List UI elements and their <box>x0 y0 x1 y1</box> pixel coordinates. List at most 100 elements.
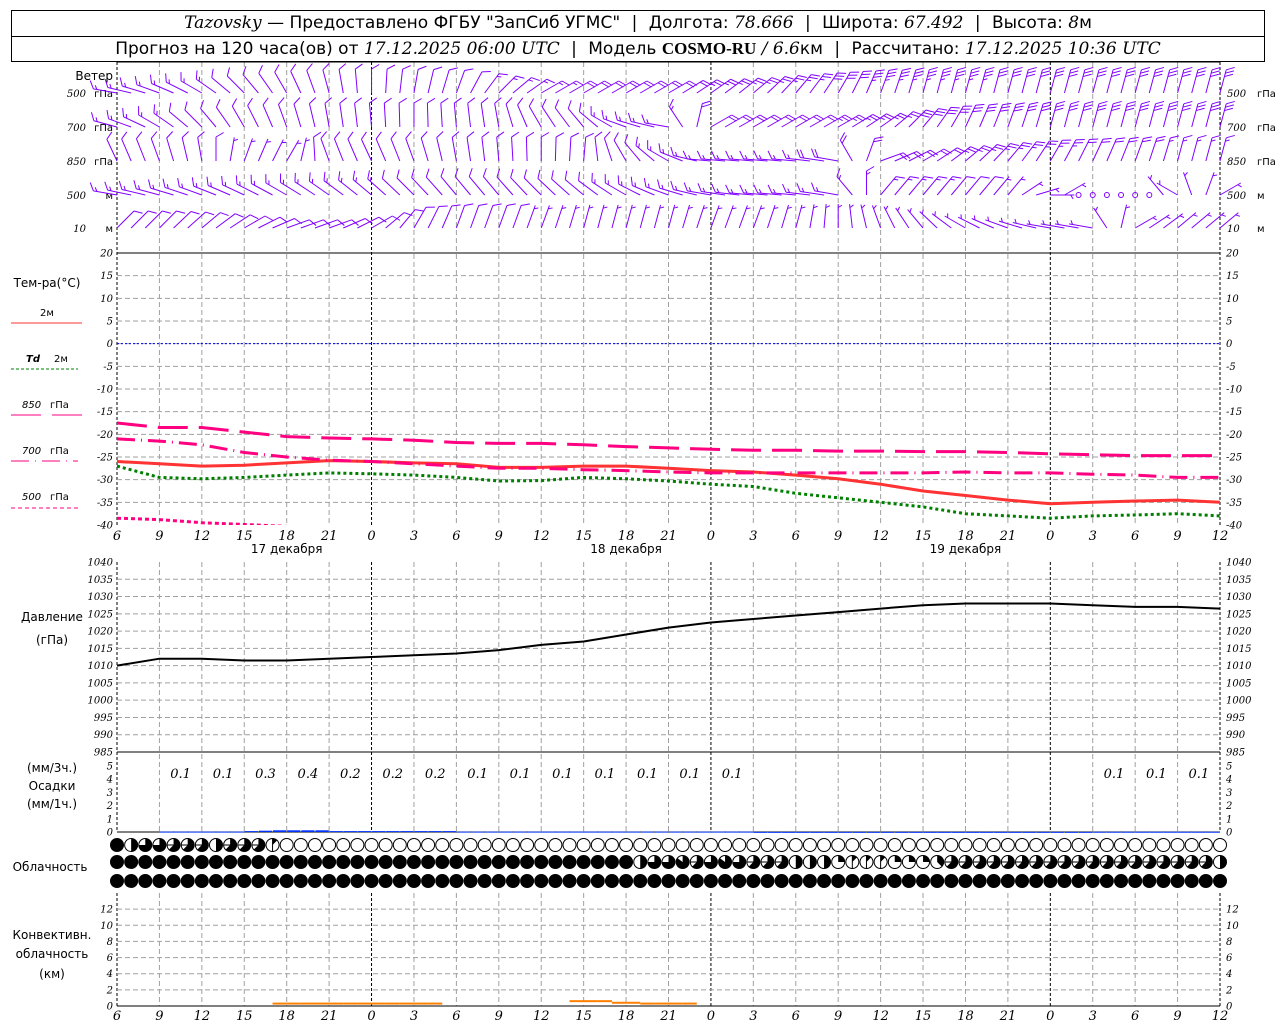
time-tick-label: 12 <box>1212 529 1229 544</box>
barb-full <box>861 73 871 76</box>
cloud-symbol-0-oktas <box>1128 838 1143 852</box>
precip-bar <box>852 831 866 833</box>
barb-full <box>526 131 535 138</box>
barb-full <box>753 150 759 160</box>
wind-barb <box>505 97 514 128</box>
alt-value: 8 <box>1068 13 1080 33</box>
barb-staff <box>196 78 217 94</box>
cloud-symbol-4-oktas <box>208 838 223 852</box>
cloud-circle <box>1071 874 1086 888</box>
precip-bar <box>1036 831 1050 833</box>
barb-staff <box>687 190 712 196</box>
wind-barb <box>1177 100 1193 128</box>
cloud-symbol-0-oktas <box>576 838 591 852</box>
barb-staff <box>229 137 235 162</box>
wind-barb <box>894 176 920 196</box>
barb-full <box>873 75 883 78</box>
wind-barb <box>390 131 401 162</box>
cloud-symbol-4-oktas <box>1213 855 1227 869</box>
cloud-circle <box>322 838 337 852</box>
barb-full <box>808 76 818 80</box>
cloud-circle <box>223 874 238 888</box>
barb-full <box>1155 66 1165 71</box>
barb-full <box>440 97 449 104</box>
time-tick-label-bottom: 0 <box>367 1009 375 1024</box>
wind-barb <box>613 132 627 162</box>
wind-barb <box>525 131 535 162</box>
precip-bar <box>1149 831 1163 833</box>
cloud-circle <box>477 874 492 888</box>
barb-staff <box>511 137 514 162</box>
barb-staff <box>880 176 897 196</box>
barb-staff <box>517 104 528 128</box>
pressure-tick-left: 1010 <box>88 661 114 672</box>
pressure-tick-left: 990 <box>94 730 114 741</box>
barb-full <box>1007 145 1017 149</box>
pressure-tick-left: 1015 <box>88 644 113 655</box>
barb-staff <box>647 148 669 162</box>
barb-staff <box>639 204 647 229</box>
wind-barb <box>138 106 160 128</box>
wind-barb <box>554 99 570 128</box>
barb-full <box>339 97 348 104</box>
barb-full <box>104 181 109 191</box>
cloud-circle <box>194 855 209 869</box>
barb-staff <box>399 209 416 229</box>
barb-staff <box>441 69 450 94</box>
cloud-symbol-8-oktas <box>1057 874 1072 888</box>
barb-staff <box>1219 137 1227 162</box>
cloud-circle <box>237 874 252 888</box>
cloud-symbol-6-oktas <box>647 855 662 869</box>
precip-bar <box>159 831 174 833</box>
cloud-circle <box>392 838 407 852</box>
barb-half <box>1193 214 1198 217</box>
wind-barb <box>398 97 407 128</box>
cloud-circle <box>392 874 407 888</box>
cloud-symbol-8-oktas <box>237 855 252 869</box>
cloud-symbol-8-oktas <box>208 874 223 888</box>
wind-barb <box>1205 100 1221 128</box>
barb-staff <box>1120 103 1128 128</box>
barb-full <box>177 177 180 187</box>
barb-half <box>670 105 674 111</box>
barb-full <box>235 213 244 218</box>
wind-barb <box>498 75 525 94</box>
barb-staff <box>200 108 217 128</box>
cloud-symbol-0-oktas <box>802 838 817 852</box>
cloud-circle <box>322 855 337 869</box>
cloud-circle <box>180 855 195 869</box>
cloud-circle <box>887 874 902 888</box>
barb-full <box>200 100 204 109</box>
barb-full <box>984 70 994 74</box>
convective-tick-left: 12 <box>100 905 113 916</box>
legend-700: 700 <box>22 446 41 457</box>
barb-full <box>1013 108 1023 112</box>
legend-850: 850 <box>22 400 41 411</box>
barb-staff <box>613 139 627 162</box>
barb-full <box>427 97 436 104</box>
cloud-circle <box>1099 874 1114 888</box>
barb-full <box>863 70 872 73</box>
wind-barb <box>653 204 665 229</box>
barb-full <box>1168 104 1178 108</box>
barb-full <box>669 98 674 108</box>
cloud-symbol-8-oktas <box>110 838 124 852</box>
wind-barb <box>936 176 962 196</box>
barb-full <box>478 203 488 206</box>
barb-full <box>515 75 525 79</box>
barb-staff <box>496 137 500 162</box>
cloud-circle <box>1184 874 1199 888</box>
precip-tick-left: 0 <box>107 828 114 839</box>
barb-half <box>866 171 871 175</box>
precip-bar <box>683 831 697 833</box>
barb-full <box>258 65 263 74</box>
wind-barb <box>767 150 796 162</box>
time-tick-label-bottom: 15 <box>575 1009 592 1024</box>
barb-staff <box>645 186 669 196</box>
wind-barb <box>375 131 387 162</box>
barb-full <box>1140 70 1150 74</box>
cloud-symbol-8-oktas <box>1128 874 1143 888</box>
cloud-symbol-0-oktas <box>435 838 450 852</box>
barb-full <box>1125 73 1135 78</box>
wind-barb <box>440 168 457 196</box>
